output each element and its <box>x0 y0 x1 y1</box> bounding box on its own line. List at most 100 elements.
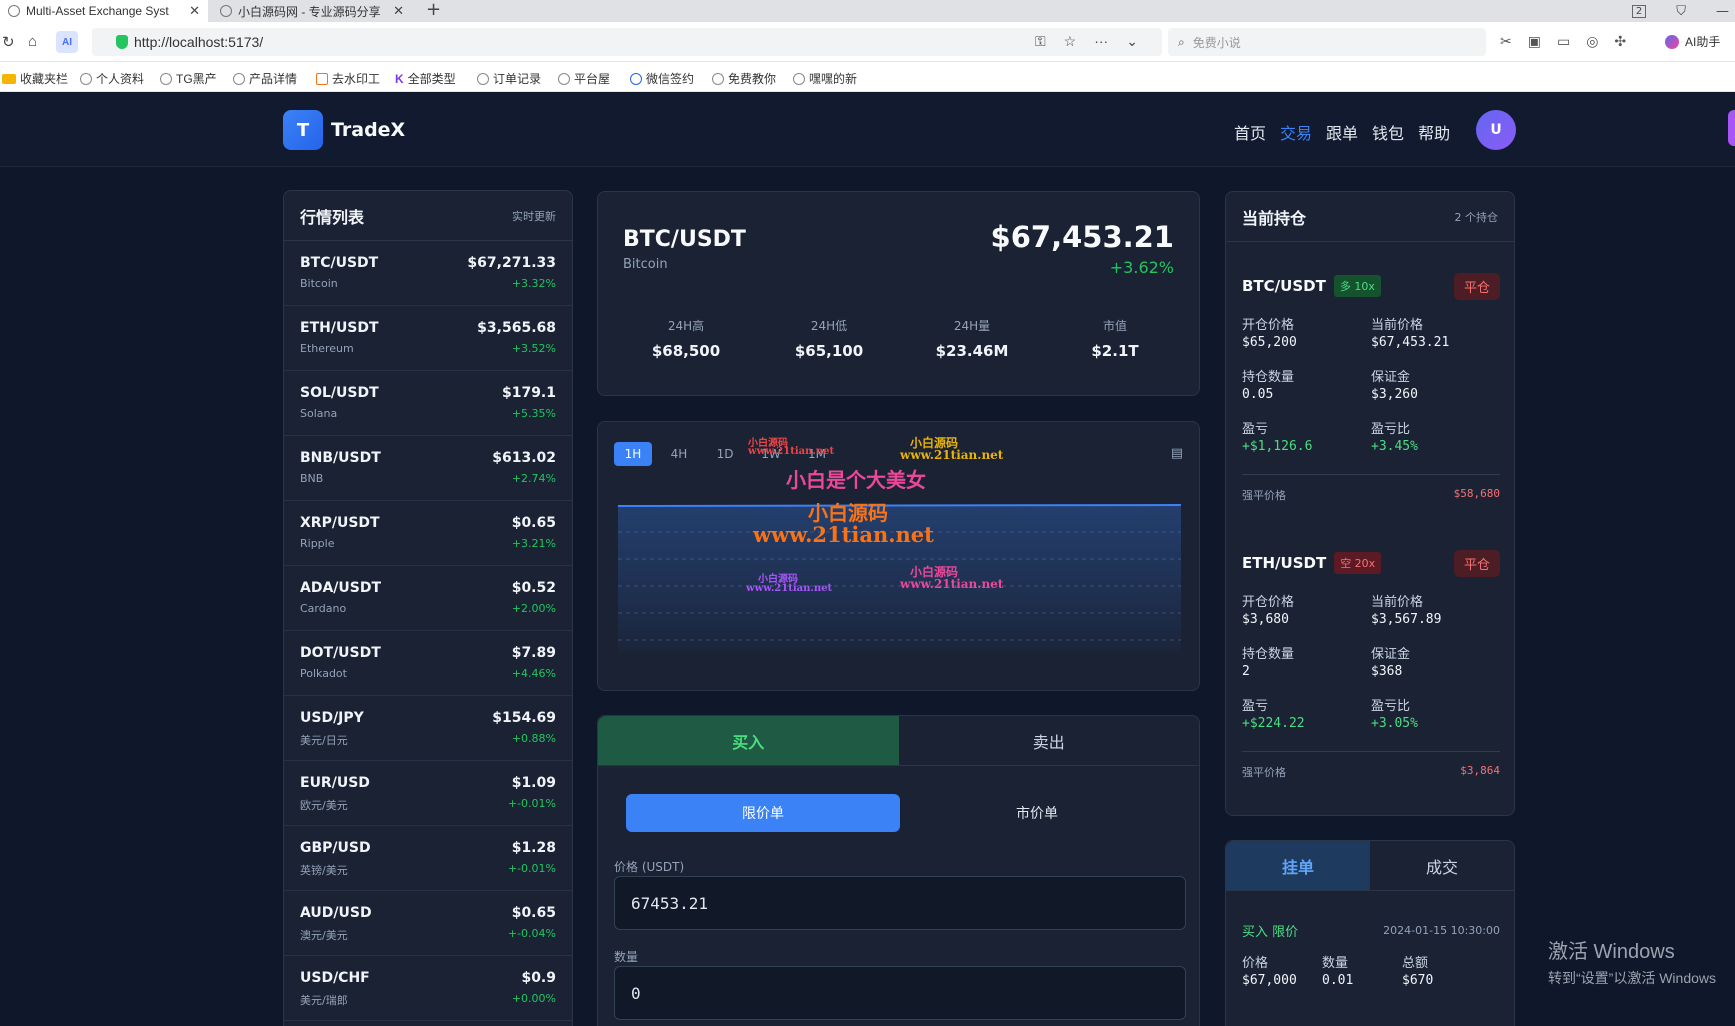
order-item[interactable]: 买入 限价 2024-01-15 10:30:00 价格 $67,000 数量 0.… <box>1242 921 1500 988</box>
market-change: +3.21% <box>511 537 556 550</box>
market-change: +4.46% <box>511 667 556 680</box>
market-row[interactable]: ADA/USDT Cardano $0.52 +2.00% <box>284 566 572 631</box>
open-price: $3,680 <box>1242 612 1289 627</box>
stat-value: $23.46M <box>935 342 1009 360</box>
order-qty-label: 数量 <box>1322 956 1349 971</box>
close-position-button[interactable]: 平仓 <box>1453 272 1500 300</box>
side-tabs: 买入 卖出 <box>598 716 1199 766</box>
avatar[interactable]: U <box>1476 110 1516 150</box>
nav-copy-trade[interactable]: 跟单 <box>1326 120 1358 144</box>
brand-name[interactable]: TradeX <box>331 119 405 141</box>
positions-title: 当前持仓 <box>1242 208 1307 228</box>
browser-tab[interactable]: 小白源码网 - 专业源码分享 ✕ <box>212 0 412 22</box>
tab-filled-orders[interactable]: 成交 <box>1370 841 1514 890</box>
ai-icon <box>1665 34 1679 49</box>
market-row[interactable]: USD/CHF 美元/瑞郎 $0.9 +0.00% <box>284 956 572 1021</box>
panel-header: 行情列表 实时更新 <box>284 191 572 241</box>
market-row[interactable]: BNB/USDT BNB $613.02 +2.74% <box>284 436 572 501</box>
search-input[interactable]: ⌕ 免费小说 <box>1168 28 1486 56</box>
stat-label: 市值 <box>1102 319 1127 333</box>
star-icon[interactable]: ☆ <box>1064 33 1077 50</box>
nav-trade[interactable]: 交易 <box>1280 120 1312 144</box>
market-name: Solana <box>300 407 338 420</box>
market-price: $179.1 <box>501 385 556 401</box>
bookmark-label: 免费教你 <box>728 72 777 86</box>
bookmark-item[interactable]: 微信签约 <box>630 70 698 87</box>
market-row[interactable]: EUR/USD 欧元/美元 $1.09 +-0.01% <box>284 761 572 826</box>
watermark-text: www.21tian.net <box>753 522 934 547</box>
market-row[interactable]: GBP/USD 英镑/美元 $1.28 +-0.01% <box>284 826 572 891</box>
url-text: http://localhost:5173/ <box>134 34 264 50</box>
nav-help[interactable]: 帮助 <box>1418 120 1450 144</box>
timeframe-1h[interactable]: 1H <box>614 442 652 466</box>
watermark-text: www.21tian.net <box>900 448 1004 462</box>
chevron-down-icon[interactable]: ⌄ <box>1126 33 1138 50</box>
bookmark-item[interactable]: 订单记录 <box>477 70 545 87</box>
timeframe-4h[interactable]: 4H <box>660 442 698 466</box>
tab-buy[interactable]: 买入 <box>598 716 899 765</box>
nav-wallet[interactable]: 钱包 <box>1372 120 1404 144</box>
market-row[interactable]: AUD/USD 澳元/美元 $0.65 +-0.04% <box>284 891 572 956</box>
scissors-icon[interactable]: ✂ <box>1500 33 1512 50</box>
pnl: +$1,126.6 <box>1242 439 1313 454</box>
logo[interactable]: T <box>283 110 323 150</box>
market-row[interactable]: SOL/USDT Solana $179.1 +5.35% <box>284 371 572 436</box>
limit-order-button[interactable]: 限价单 <box>626 794 900 832</box>
market-row[interactable]: BTC/USDT Bitcoin $67,271.33 +3.32% <box>284 241 572 306</box>
order-total: $670 <box>1402 973 1434 988</box>
close-tab-icon[interactable]: ✕ <box>189 3 200 19</box>
bookmarks-bar: 收藏夹栏 个人资料 TG黑产 产品详情 去水印工 K 全部类型 订单记录 平台屋 … <box>0 62 1735 92</box>
ticker-symbol: BTC/USDT <box>623 227 746 252</box>
stat-value: $68,500 <box>651 342 721 360</box>
more-icon[interactable]: ··· <box>1094 33 1108 50</box>
reload-icon[interactable]: ↻ <box>2 33 15 51</box>
bookmark-item[interactable]: TG黑产 <box>160 70 220 87</box>
screen-icon[interactable]: ▭ <box>1557 33 1570 50</box>
bookmark-item[interactable]: 产品详情 <box>233 70 301 87</box>
positions-panel: 当前持仓 2 个持仓 BTC/USDT 多 10x 平仓 开仓价格 $65,200… <box>1225 191 1515 816</box>
bookmark-item[interactable]: 个人资料 <box>80 70 146 87</box>
market-symbol: GBP/USD <box>300 840 371 856</box>
market-row[interactable]: XRP/USDT Ripple $0.65 +3.21% <box>284 501 572 566</box>
address-bar: ↻ ⌂ AI http://localhost:5173/ ⚿ ☆ ··· ⌄ … <box>0 22 1735 62</box>
bookmark-folder[interactable]: 收藏夹栏 <box>2 70 70 87</box>
market-row[interactable]: ETH/USDT Ethereum $3,565.68 +3.52% <box>284 306 572 371</box>
side-drawer-tab[interactable] <box>1728 110 1735 146</box>
bookmark-item[interactable]: K 全部类型 <box>395 70 463 87</box>
folder-icon <box>2 73 16 84</box>
order-form-panel: 买入 卖出 限价单 市价单 价格 (USDT) 数量 <box>597 715 1200 1026</box>
minimize-icon[interactable]: — <box>1716 4 1729 19</box>
home-icon[interactable]: ⌂ <box>28 33 37 50</box>
bookmark-item[interactable]: 免费教你 <box>712 70 780 87</box>
key-icon[interactable]: ⚿ <box>1035 33 1046 50</box>
price-input[interactable] <box>614 876 1186 930</box>
layout-icon[interactable]: ▤ <box>1171 446 1183 461</box>
ai-helper-button[interactable]: AI助手 <box>1665 33 1720 50</box>
puzzle-icon[interactable]: ✣ <box>1614 33 1626 50</box>
close-tab-icon[interactable]: ✕ <box>393 3 404 19</box>
timeframe-1d[interactable]: 1D <box>706 442 744 466</box>
tab-open-orders[interactable]: 挂单 <box>1226 841 1370 890</box>
bookmark-item[interactable]: 平台屋 <box>558 70 616 87</box>
new-tab-button[interactable]: + <box>426 0 441 20</box>
browser-tab-active[interactable]: Multi-Asset Exchange Syst ✕ <box>0 0 208 22</box>
main-nav: 首页 交易 跟单 钱包 帮助 <box>1234 120 1450 144</box>
quantity-input[interactable] <box>614 966 1186 1020</box>
market-list-panel: 行情列表 实时更新 BTC/USDT Bitcoin $67,271.33 +3.32… <box>283 190 573 1026</box>
bookmark-item[interactable]: 嘿嘿的新 <box>793 70 861 87</box>
url-field[interactable]: http://localhost:5173/ <box>92 28 1162 56</box>
translate-icon[interactable]: ▣ <box>1528 33 1541 50</box>
market-change: +3.52% <box>511 342 556 355</box>
adblock-icon[interactable]: ◎ <box>1586 33 1598 50</box>
market-row[interactable]: USD/JPY 美元/日元 $154.69 +0.88% <box>284 696 572 761</box>
bookmark-item[interactable]: 去水印工 <box>316 70 382 87</box>
close-position-button[interactable]: 平仓 <box>1453 549 1500 577</box>
app-header: T TradeX 首页 交易 跟单 钱包 帮助 U <box>0 93 1735 167</box>
ai-extension-icon[interactable]: AI <box>56 31 78 53</box>
shirt-icon[interactable]: ⛉ <box>1676 4 1686 19</box>
nav-home[interactable]: 首页 <box>1234 120 1266 144</box>
market-row[interactable]: DOT/USDT Polkadot $7.89 +4.46% <box>284 631 572 696</box>
market-order-button[interactable]: 市价单 <box>900 794 1174 832</box>
tab-sell[interactable]: 卖出 <box>899 716 1200 765</box>
tab-count-badge[interactable]: 2 <box>1631 4 1647 18</box>
